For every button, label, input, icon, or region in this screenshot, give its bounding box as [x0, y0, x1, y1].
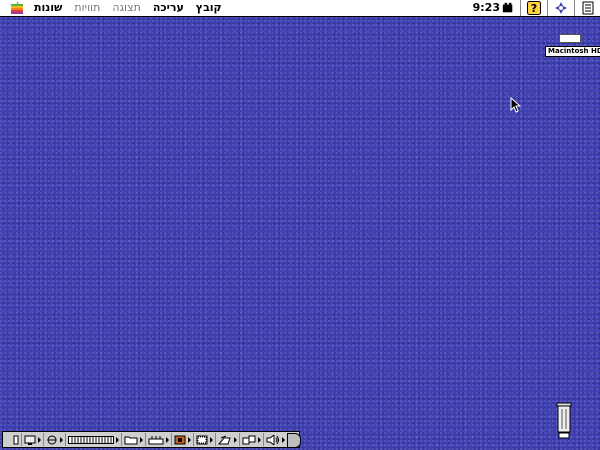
trash-icon[interactable] — [554, 401, 574, 439]
strip-arrow-icon — [38, 436, 41, 443]
apple-icon[interactable] — [11, 2, 23, 14]
speaker-icon[interactable] — [264, 433, 287, 446]
strip-tab[interactable] — [287, 433, 301, 448]
hard-disk-label: Macintosh HD — [545, 46, 600, 57]
strip-arrow-icon — [282, 436, 285, 443]
menu-file[interactable]: קובץ — [190, 0, 228, 16]
strip-arrow-icon — [234, 436, 237, 443]
memory-bar-icon[interactable] — [66, 433, 122, 446]
monitor-bitdepth-icon[interactable] — [194, 433, 216, 446]
file-sharing-icon[interactable] — [240, 433, 264, 446]
app-switcher-icon[interactable] — [554, 1, 568, 15]
menu-separator — [547, 0, 548, 16]
menu-separator — [574, 0, 575, 16]
mouse-cursor-icon — [510, 97, 521, 113]
menu-edit[interactable]: עריכה — [147, 0, 190, 16]
menu-clock[interactable]: 9:23 — [473, 0, 500, 16]
control-strip — [2, 431, 300, 448]
help-icon[interactable]: ? — [527, 1, 541, 15]
svg-text:?: ? — [531, 2, 537, 15]
menu-list: קובץ עריכה תצוגה תוויות שונות — [28, 0, 228, 16]
strip-arrow-icon — [116, 436, 119, 443]
menu-separator — [520, 0, 521, 16]
strip-arrow-icon — [140, 436, 143, 443]
battery-icon[interactable] — [502, 1, 514, 15]
menu-view[interactable]: תצוגה — [106, 0, 146, 16]
menu-labels[interactable]: תוויות — [68, 0, 106, 16]
menu-bar: קובץ עריכה תצוגה תוויות שונות 9:23 ? — [0, 0, 600, 17]
finder-icon[interactable] — [581, 1, 595, 15]
strip-arrow-icon — [60, 436, 63, 443]
printer-icon[interactable] — [216, 433, 240, 446]
appletalk-icon[interactable] — [44, 433, 66, 446]
strip-arrow-icon — [166, 436, 169, 443]
monitor-icon[interactable] — [22, 433, 44, 446]
keyboard-icon[interactable] — [146, 433, 172, 446]
strip-collapse-icon[interactable] — [11, 433, 22, 446]
menu-bar-right: 9:23 ? — [473, 0, 600, 16]
strip-arrow-icon — [258, 436, 261, 443]
strip-arrow-icon — [188, 436, 191, 443]
menu-special[interactable]: שונות — [28, 0, 68, 16]
folder-icon[interactable] — [122, 433, 146, 446]
cd-icon[interactable] — [172, 433, 194, 446]
drive-glyph — [559, 34, 581, 43]
strip-arrow-icon — [210, 436, 213, 443]
